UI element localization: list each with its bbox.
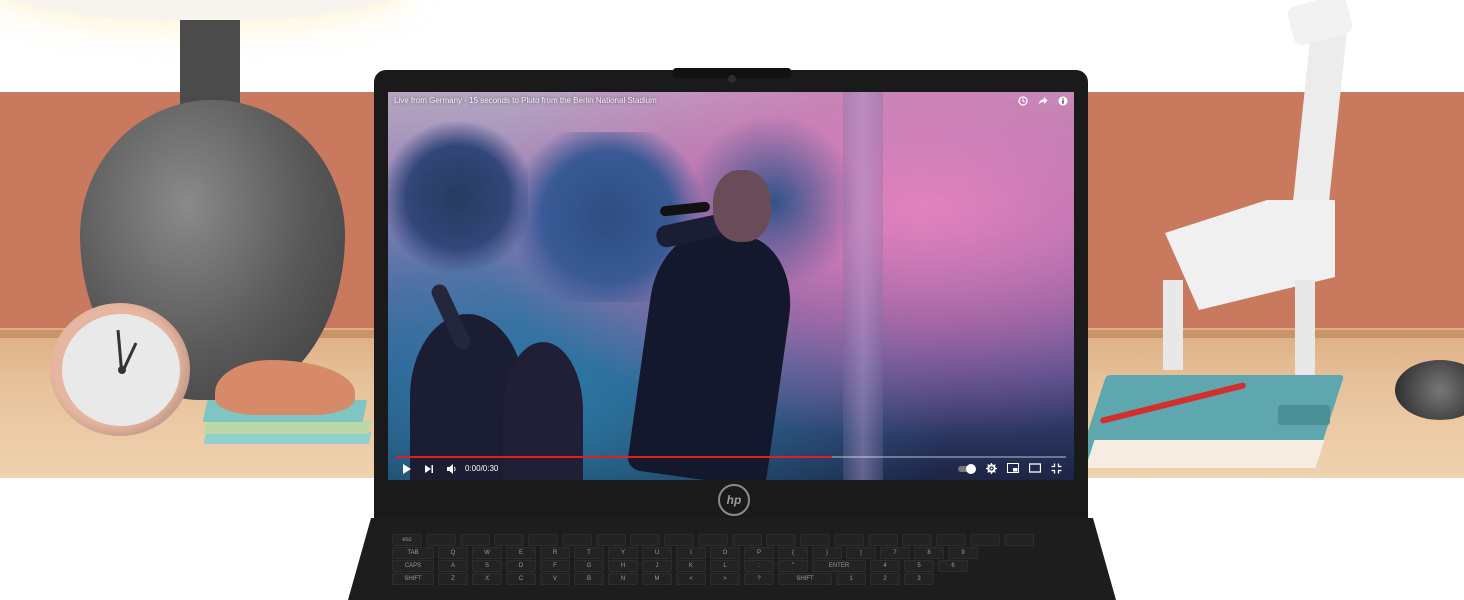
key[interactable]: SHIFT: [778, 573, 832, 585]
stage-pillar: [843, 92, 883, 480]
giraffe-leg: [1163, 280, 1183, 370]
key[interactable]: [868, 534, 898, 546]
key[interactable]: S: [472, 560, 502, 572]
key[interactable]: G: [574, 560, 604, 572]
key[interactable]: [460, 534, 490, 546]
key[interactable]: U: [642, 547, 672, 559]
key[interactable]: 1: [836, 573, 866, 585]
key[interactable]: O: [710, 547, 740, 559]
settings-icon[interactable]: [986, 463, 997, 478]
webcam-icon: [728, 75, 736, 83]
progress-bar[interactable]: [396, 456, 1066, 458]
key[interactable]: [596, 534, 626, 546]
autoplay-toggle-knob: [966, 464, 976, 474]
theater-icon[interactable]: [1028, 463, 1042, 477]
key[interactable]: J: [642, 560, 672, 572]
key[interactable]: 5: [904, 560, 934, 572]
key[interactable]: [1004, 534, 1034, 546]
hp-logo: hp: [718, 484, 750, 516]
key[interactable]: I: [676, 547, 706, 559]
time-display: 0:00/0:30: [465, 464, 499, 473]
key[interactable]: C: [506, 573, 536, 585]
book-middle: [203, 420, 372, 434]
miniplayer-icon[interactable]: [1007, 463, 1019, 477]
key[interactable]: W: [472, 547, 502, 559]
key[interactable]: }: [812, 547, 842, 559]
key[interactable]: [766, 534, 796, 546]
laptop-screen: Live from Germany - 15 seconds to Pluto …: [388, 92, 1074, 480]
key[interactable]: P: [744, 547, 774, 559]
key[interactable]: ENTER: [812, 560, 866, 572]
key[interactable]: [664, 534, 694, 546]
play-icon[interactable]: [402, 463, 412, 479]
key[interactable]: 6: [938, 560, 968, 572]
clock-icon[interactable]: [1018, 96, 1028, 106]
key[interactable]: E: [506, 547, 536, 559]
player-controls: 0:00/0:30: [388, 460, 1074, 480]
desk-scene: Live from Germany - 15 seconds to Pluto …: [0, 0, 1464, 600]
key[interactable]: [936, 534, 966, 546]
video-title[interactable]: Live from Germany - 15 seconds to Pluto …: [394, 96, 657, 105]
key[interactable]: Z: [438, 573, 468, 585]
key[interactable]: Q: [438, 547, 468, 559]
key[interactable]: 9: [948, 547, 978, 559]
key[interactable]: K: [676, 560, 706, 572]
key[interactable]: [698, 534, 728, 546]
key[interactable]: [562, 534, 592, 546]
key[interactable]: ?: [744, 573, 774, 585]
desk-edge-right: [1086, 330, 1464, 338]
key[interactable]: >: [710, 573, 740, 585]
key[interactable]: 4: [870, 560, 900, 572]
key[interactable]: [426, 534, 456, 546]
key[interactable]: [800, 534, 830, 546]
key[interactable]: D: [506, 560, 536, 572]
key[interactable]: V: [540, 573, 570, 585]
giraffe-leg: [1295, 280, 1315, 380]
key[interactable]: L: [710, 560, 740, 572]
info-icon[interactable]: [1058, 96, 1068, 106]
key[interactable]: [970, 534, 1000, 546]
fullscreen-icon[interactable]: [1051, 463, 1062, 478]
key[interactable]: <: [676, 573, 706, 585]
key[interactable]: Y: [608, 547, 638, 559]
key[interactable]: TAB: [392, 547, 434, 559]
key[interactable]: B: [574, 573, 604, 585]
key[interactable]: ": [778, 560, 808, 572]
key[interactable]: [732, 534, 762, 546]
key[interactable]: 2: [870, 573, 900, 585]
key[interactable]: :: [744, 560, 774, 572]
key[interactable]: [494, 534, 524, 546]
volume-icon[interactable]: [446, 463, 457, 479]
key[interactable]: 3: [904, 573, 934, 585]
key[interactable]: [834, 534, 864, 546]
key[interactable]: X: [472, 573, 502, 585]
key[interactable]: M: [642, 573, 672, 585]
key[interactable]: |: [846, 547, 876, 559]
key[interactable]: R: [540, 547, 570, 559]
singer-head: [713, 170, 771, 242]
key[interactable]: N: [608, 573, 638, 585]
notebook-pages: [1085, 440, 1325, 468]
key[interactable]: SHIFT: [392, 573, 434, 585]
key[interactable]: [528, 534, 558, 546]
share-icon[interactable]: [1038, 96, 1048, 106]
clock-pivot: [118, 366, 126, 374]
key[interactable]: [630, 534, 660, 546]
key[interactable]: CAPS: [392, 560, 434, 572]
next-icon[interactable]: [424, 463, 434, 479]
key[interactable]: 8: [914, 547, 944, 559]
key[interactable]: 7: [880, 547, 910, 559]
key[interactable]: [902, 534, 932, 546]
key[interactable]: H: [608, 560, 638, 572]
key[interactable]: T: [574, 547, 604, 559]
progress-fill: [396, 456, 832, 458]
tree-silhouette: [388, 122, 528, 272]
key[interactable]: F: [540, 560, 570, 572]
keyboard: esc TAB Q W E R T Y U I O P {} | 7 8 9 CAPS A S D F G H J K L: " ENT…: [392, 534, 1072, 600]
notebook-strap: [1278, 405, 1330, 425]
key[interactable]: A: [438, 560, 468, 572]
key[interactable]: esc: [392, 534, 422, 546]
video-top-icons: [1018, 96, 1068, 106]
key[interactable]: {: [778, 547, 808, 559]
